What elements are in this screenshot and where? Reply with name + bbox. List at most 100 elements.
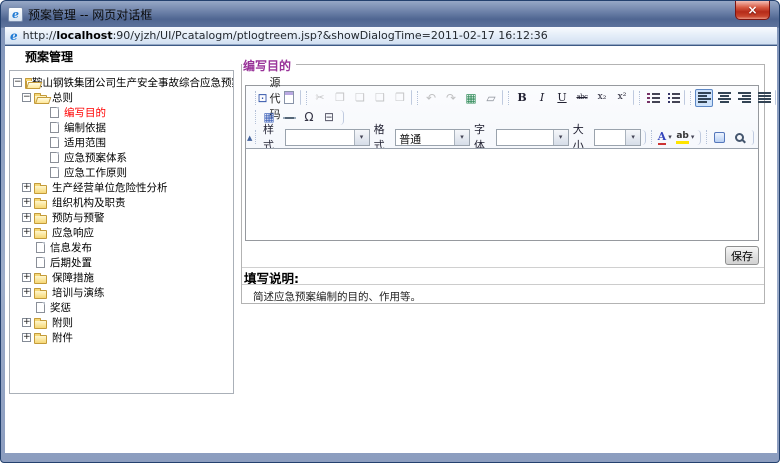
page-break-button[interactable]: ⊟ [320, 108, 338, 126]
text-color-button[interactable]: A▾ [656, 128, 674, 146]
tree-item[interactable]: + 附则 [10, 315, 233, 330]
dropdown-caret-icon[interactable]: ▾ [553, 130, 568, 145]
tree-collapse-icon[interactable]: − [13, 78, 22, 87]
tree-item[interactable]: 信息发布 [10, 240, 233, 255]
strike-icon: abc [576, 94, 587, 101]
tree-expand-icon[interactable]: + [22, 318, 31, 327]
folder-icon [34, 185, 47, 194]
font-select[interactable]: ▾ [496, 129, 569, 146]
fit-window-button[interactable] [711, 128, 729, 146]
tree-expand-icon[interactable]: + [22, 228, 31, 237]
dropdown-caret-icon[interactable]: ▾ [454, 130, 469, 145]
tree-item[interactable]: 后期处置 [10, 255, 233, 270]
tree-expand-icon[interactable]: + [22, 333, 31, 342]
remove-format-button[interactable]: ▱ [482, 89, 500, 107]
tree-item[interactable]: + 保障措施 [10, 270, 233, 285]
new-page-button[interactable] [280, 89, 298, 107]
unordered-list-button[interactable] [664, 89, 682, 107]
tree-collapse-icon[interactable]: − [22, 93, 31, 102]
tree-item[interactable]: 应急工作原则 [10, 165, 233, 180]
toolbar-group-end [340, 110, 344, 125]
save-button[interactable]: 保存 [725, 246, 759, 265]
toolbar-collapse-button[interactable]: ▲ [247, 134, 252, 142]
size-select[interactable]: ▾ [594, 129, 641, 146]
tree-item-label[interactable]: 适用范围 [64, 135, 106, 150]
tree-item-label[interactable]: 编写目的 [64, 105, 106, 120]
folder-open-icon [25, 80, 27, 89]
tree-item[interactable]: 奖惩 [10, 300, 233, 315]
tree-item[interactable]: 应急预案体系 [10, 150, 233, 165]
bg-color-button[interactable]: ab▾ [676, 128, 695, 146]
tree-connector [22, 243, 31, 252]
tree-item[interactable]: + 应急响应 [10, 225, 233, 240]
close-button[interactable]: × [735, 1, 770, 20]
tree-item-label[interactable]: 应急响应 [52, 225, 94, 240]
tree-item-label[interactable]: 鞍山钢铁集团公司生产安全事故综合应急预案 [32, 75, 233, 90]
horizontal-rule-button[interactable] [280, 108, 298, 126]
tree-item-label[interactable]: 应急工作原则 [64, 165, 127, 180]
tree-item-label[interactable]: 组织机构及职责 [52, 195, 126, 210]
italic-button[interactable]: I [533, 89, 551, 107]
tree-item[interactable]: + 培训与演练 [10, 285, 233, 300]
dropdown-caret-icon[interactable]: ▾ [354, 130, 369, 145]
underline-button[interactable]: U [553, 89, 571, 107]
select-all-button[interactable]: ▦ [462, 89, 480, 107]
file-icon [50, 167, 59, 178]
tree-item[interactable]: 编写目的 [10, 105, 233, 120]
tree-item[interactable]: + 附件 [10, 330, 233, 345]
preview-icon [735, 133, 744, 142]
tree-item[interactable]: − 鞍山钢铁集团公司生产安全事故综合应急预案 [10, 75, 233, 90]
tree-item-label[interactable]: 奖惩 [50, 300, 71, 315]
editor-content-area[interactable] [246, 148, 758, 240]
tree-expand-icon[interactable]: + [22, 288, 31, 297]
tree-item-label[interactable]: 附则 [52, 315, 73, 330]
tree-item-label[interactable]: 信息发布 [50, 240, 92, 255]
source-button[interactable]: ⊡源代码 [260, 89, 278, 107]
tree-item-label[interactable]: 后期处置 [50, 255, 92, 270]
toolbar-row-1: ⊡源代码✂❐❏❑❒↶↷▦▱BIUabcx₂x² [246, 86, 758, 108]
tree-item[interactable]: 适用范围 [10, 135, 233, 150]
tree-connector [22, 303, 31, 312]
align-justify-button[interactable] [755, 89, 773, 107]
tree-item-label[interactable]: 附件 [52, 330, 73, 345]
tree-item[interactable]: + 组织机构及职责 [10, 195, 233, 210]
superscript-button[interactable]: x² [613, 89, 631, 107]
align-right-button[interactable] [735, 89, 753, 107]
url-rest: :90/yjzh/UI/Pcatalogm/ptlogtreem.jsp?&sh… [113, 29, 548, 42]
align-left-button[interactable] [695, 89, 713, 107]
tree-item[interactable]: + 预防与预警 [10, 210, 233, 225]
format-select[interactable]: 普通▾ [395, 129, 470, 146]
tree-item-label[interactable]: 培训与演练 [52, 285, 105, 300]
tree-expand-icon[interactable]: + [22, 198, 31, 207]
dropdown-caret-icon[interactable]: ▾ [625, 130, 640, 145]
special-char-button[interactable]: Ω [300, 108, 318, 126]
dropdown-caret-icon[interactable]: ▾ [691, 133, 695, 141]
tree-item-label[interactable]: 预防与预警 [52, 210, 105, 225]
preview-button[interactable] [731, 128, 749, 146]
bold-button[interactable]: B [513, 89, 531, 107]
align-center-button[interactable] [715, 89, 733, 107]
tree-item[interactable]: 编制依据 [10, 120, 233, 135]
tree-item-label[interactable]: 总则 [52, 90, 73, 105]
tree-item[interactable]: + 生产经营单位危险性分析 [10, 180, 233, 195]
dialog-window: e 预案管理 -- 网页对话框 × e http://localhost:90/… [0, 0, 780, 463]
style-select[interactable]: ▾ [285, 129, 370, 146]
dropdown-caret-icon[interactable]: ▾ [668, 133, 672, 141]
tree-expand-icon[interactable]: + [22, 273, 31, 282]
url-text[interactable]: http://localhost:90/yjzh/UI/Pcatalogm/pt… [23, 29, 548, 42]
toolbar-separator [639, 91, 640, 105]
tree-item-label[interactable]: 生产经营单位危险性分析 [52, 180, 168, 195]
ordered-list-button[interactable] [644, 89, 662, 107]
subscript-button[interactable]: x₂ [593, 89, 611, 107]
paste-icon: ❏ [355, 92, 365, 103]
title-bar[interactable]: e 预案管理 -- 网页对话框 [1, 1, 779, 27]
strikethrough-button[interactable]: abc [573, 89, 591, 107]
tree-expand-icon[interactable]: + [22, 213, 31, 222]
undo-icon: ↶ [426, 92, 436, 104]
tree-expand-icon[interactable]: + [22, 183, 31, 192]
tree-item-label[interactable]: 保障措施 [52, 270, 94, 285]
tree-item-label[interactable]: 应急预案体系 [64, 150, 127, 165]
tree-item-label[interactable]: 编制依据 [64, 120, 106, 135]
tree-connector [36, 138, 45, 147]
tree-item[interactable]: − 总则 [10, 90, 233, 105]
